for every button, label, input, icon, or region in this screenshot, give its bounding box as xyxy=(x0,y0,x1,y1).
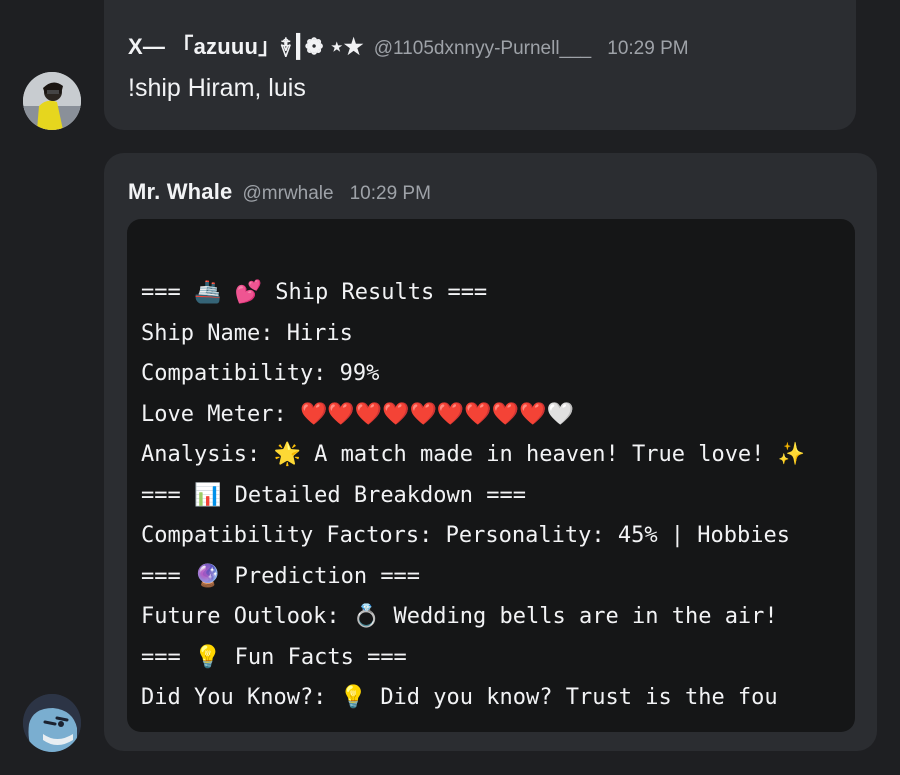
user-avatar-icon xyxy=(23,72,81,130)
code-line-prediction-heading: === 🔮 Prediction === xyxy=(141,563,421,589)
code-line-did-you-know: Did You Know?: 💡 Did you know? Trust is … xyxy=(141,685,778,710)
whale-avatar-icon xyxy=(23,694,81,752)
user-message[interactable]: X— 「azuuu」࿈┃❁ ⋆★ @1105dxnnyy-Purnell___ … xyxy=(104,0,856,130)
message-text: !ship Hiram, luis xyxy=(128,74,306,102)
user-avatar[interactable] xyxy=(23,72,81,130)
message-header: Mr. Whale @mrwhale 10:29 PM xyxy=(128,179,431,205)
bot-avatar[interactable] xyxy=(23,694,81,752)
code-lines: === 🚢 💕 Ship Results === Ship Name: Hiri… xyxy=(141,273,855,719)
code-line-future-outlook: Future Outlook: 💍 Wedding bells are in t… xyxy=(141,604,778,629)
code-line-compatibility: Compatibility: 99% xyxy=(141,361,380,386)
code-line-fun-facts-heading: === 💡 Fun Facts === xyxy=(141,644,407,670)
code-line-ship-results-heading: === 🚢 💕 Ship Results === xyxy=(141,280,488,305)
author-handle: @1105dxnnyy-Purnell___ xyxy=(373,38,592,59)
code-block: === 🚢 💕 Ship Results === Ship Name: Hiri… xyxy=(127,219,855,732)
author-handle: @mrwhale xyxy=(242,183,334,204)
bot-message[interactable]: Mr. Whale @mrwhale 10:29 PM === 🚢 💕 Ship… xyxy=(104,153,877,751)
author-name[interactable]: Mr. Whale xyxy=(128,179,233,205)
code-line-compatibility-factors: Compatibility Factors: Personality: 45% … xyxy=(141,523,791,548)
timestamp: 10:29 PM xyxy=(607,38,689,59)
code-line-ship-name: Ship Name: Hiris xyxy=(141,320,353,346)
timestamp: 10:29 PM xyxy=(349,183,431,204)
code-line-analysis: Analysis: 🌟 A match made in heaven! True… xyxy=(141,442,806,467)
code-line-breakdown-heading: === 📊 Detailed Breakdown === xyxy=(141,482,527,508)
code-line-love-meter: Love Meter: ❤️❤️❤️❤️❤️❤️❤️❤️❤️🤍 xyxy=(141,401,574,427)
